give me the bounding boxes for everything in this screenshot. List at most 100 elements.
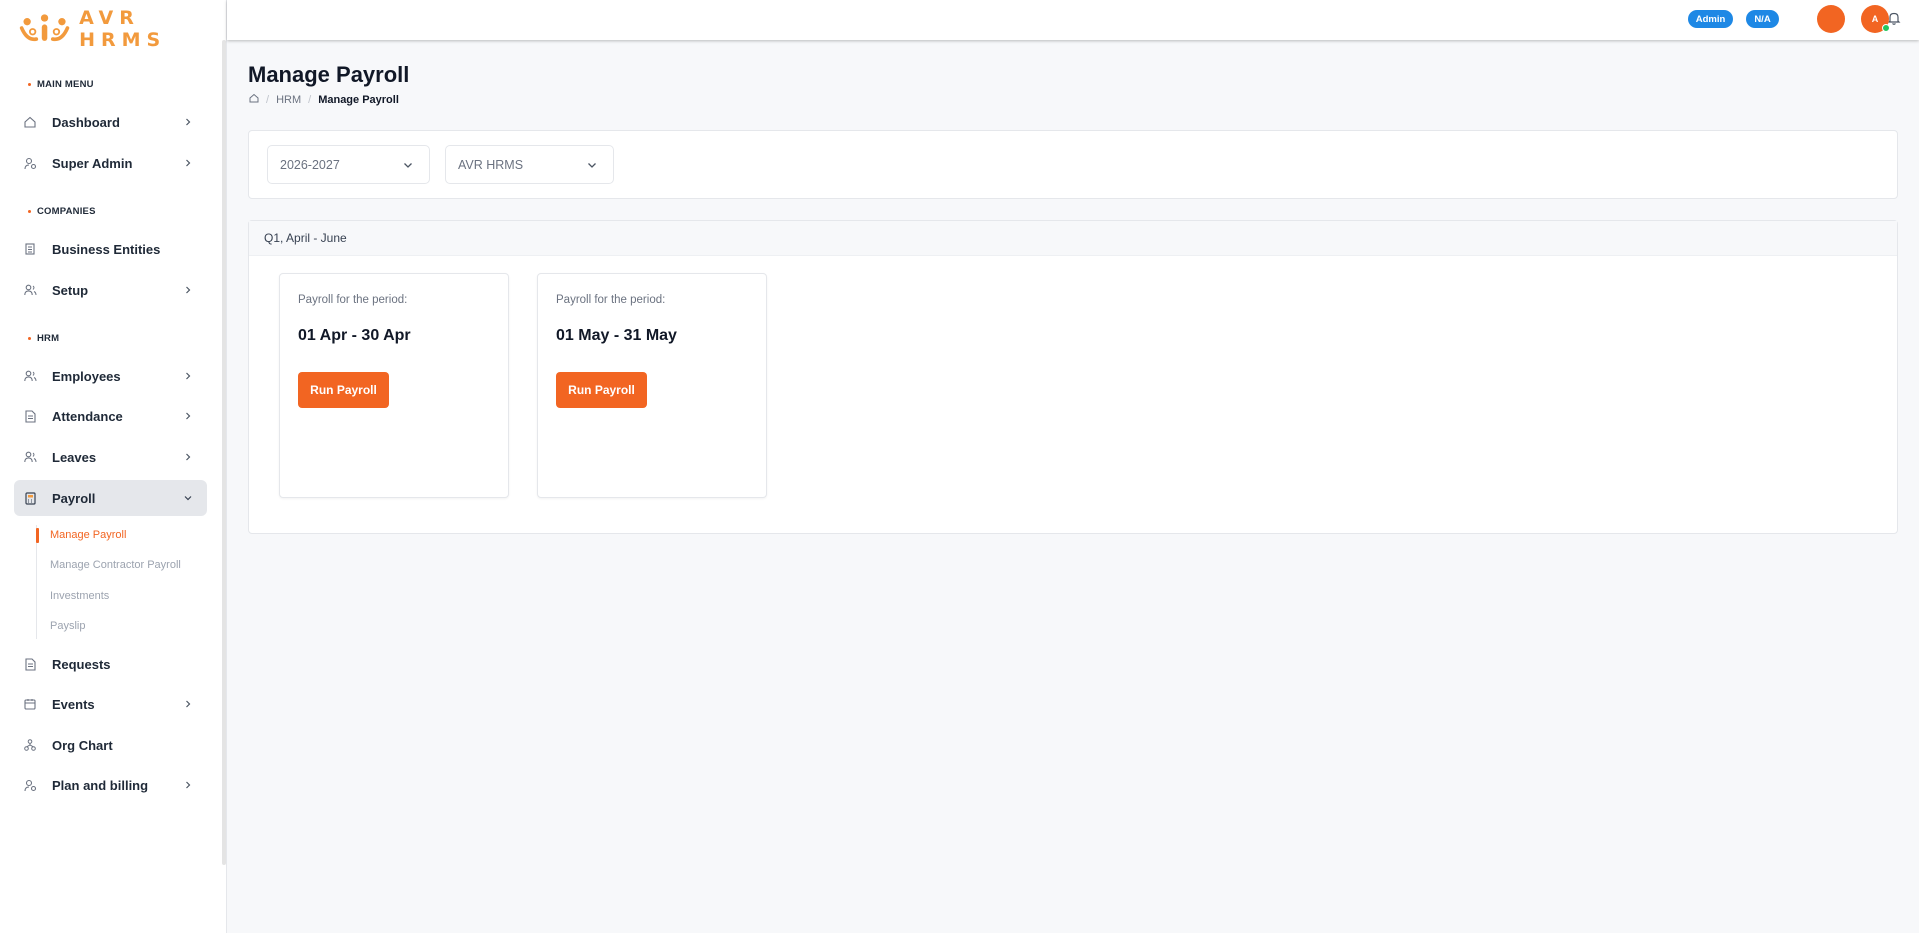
submenu-item-label: Manage Payroll: [50, 529, 127, 541]
sidebar-item-label: Plan and billing: [52, 777, 149, 793]
na-badge[interactable]: N/A: [1746, 10, 1779, 28]
sidebar-item-label: Requests: [52, 656, 111, 672]
user-avatar[interactable]: A: [1861, 5, 1890, 33]
chevron-down-icon: [401, 158, 415, 172]
submenu-item-label: Manage Contractor Payroll: [50, 559, 181, 571]
bullet-icon: [28, 210, 31, 213]
sidebar-item-label: Super Admin: [52, 155, 133, 171]
chevron-right-icon: [181, 450, 195, 464]
chevron-right-icon: [181, 156, 195, 170]
home-icon[interactable]: [249, 93, 259, 106]
org-chart-icon: [22, 737, 38, 753]
sidebar-item-payroll[interactable]: Payroll: [14, 480, 207, 516]
chevron-right-icon: [181, 369, 195, 383]
active-indicator: [36, 528, 39, 543]
user-gear-icon: [22, 777, 38, 793]
submenu-item-payslip[interactable]: Payslip: [50, 620, 85, 632]
quarter-header: Q1, April - June: [249, 221, 1897, 256]
payroll-period-card: Payroll for the period: 01 May - 31 May …: [537, 273, 767, 498]
avatar[interactable]: [1817, 5, 1845, 33]
payroll-period-card: Payroll for the period: 01 Apr - 30 Apr …: [279, 273, 509, 498]
breadcrumb-current: Manage Payroll: [318, 93, 399, 106]
brand-name: AVR HRMS: [79, 7, 167, 51]
sidebar: AVR HRMS MAIN MENU Dashboard Super Admin…: [0, 0, 227, 933]
sidebar-item-label: Leaves: [52, 449, 97, 465]
submenu-item-investments[interactable]: Investments: [50, 590, 109, 602]
users-icon: [22, 368, 38, 384]
bullet-icon: [28, 337, 31, 340]
chevron-right-icon: [181, 697, 195, 711]
filter-card: 2026-2027 AVR HRMS: [248, 130, 1898, 199]
quarter-label: Q1, April - June: [264, 231, 347, 245]
document-icon: [22, 408, 38, 424]
calendar-icon: [22, 696, 38, 712]
sidebar-item-events[interactable]: Events: [14, 686, 207, 722]
sidebar-item-label: Employees: [52, 368, 121, 384]
sidebar-item-label: Attendance: [52, 408, 123, 424]
online-status-icon: [1882, 24, 1890, 32]
sidebar-item-attendance[interactable]: Attendance: [14, 398, 207, 434]
sidebar-item-plan-billing[interactable]: Plan and billing: [14, 767, 207, 803]
bell-icon[interactable]: [1887, 10, 1901, 26]
run-payroll-button[interactable]: Run Payroll: [298, 372, 389, 408]
submenu-item-manage-contractor-payroll[interactable]: Manage Contractor Payroll: [50, 559, 181, 571]
run-payroll-button[interactable]: Run Payroll: [556, 372, 647, 408]
sidebar-item-label: Events: [52, 696, 95, 712]
page-title: Manage Payroll: [248, 62, 410, 87]
sidebar-item-label: Setup: [52, 282, 89, 298]
breadcrumb: / HRM / Manage Payroll: [249, 93, 399, 106]
sidebar-scrollbar[interactable]: [222, 40, 226, 865]
period-label: Payroll for the period:: [298, 294, 408, 306]
chevron-right-icon: [181, 778, 195, 792]
role-badge[interactable]: Admin: [1688, 10, 1733, 28]
payroll-submenu: Manage Payroll Manage Contractor Payroll…: [36, 525, 206, 639]
section-companies-label: COMPANIES: [37, 206, 96, 217]
section-hrm-label: HRM: [37, 333, 60, 344]
sidebar-item-requests[interactable]: Requests: [14, 646, 207, 682]
chevron-down-icon: [181, 491, 195, 505]
chevron-down-icon: [585, 158, 599, 172]
breadcrumb-separator: /: [266, 93, 270, 106]
chevron-right-icon: [181, 283, 195, 297]
brand-logo[interactable]: AVR HRMS: [18, 7, 226, 51]
sidebar-item-label: Org Chart: [52, 737, 113, 753]
sidebar-item-label: Payroll: [52, 490, 96, 506]
sidebar-item-leaves[interactable]: Leaves: [14, 439, 207, 475]
bullet-icon: [28, 83, 31, 86]
section-hrm: HRM: [28, 333, 59, 344]
document-icon: [22, 656, 38, 672]
logo-icon: [19, 14, 70, 42]
section-companies: COMPANIES: [28, 206, 96, 217]
period-range: 01 May - 31 May: [556, 327, 677, 344]
year-select-value: 2026-2027: [280, 157, 340, 172]
chevron-right-icon: [181, 115, 195, 129]
sidebar-item-org-chart[interactable]: Org Chart: [14, 727, 207, 763]
year-select[interactable]: 2026-2027: [267, 145, 430, 184]
period-range: 01 Apr - 30 Apr: [298, 327, 411, 344]
users-icon: [22, 449, 38, 465]
breadcrumb-separator: /: [308, 93, 312, 106]
sidebar-item-super-admin[interactable]: Super Admin: [14, 145, 207, 181]
company-select-value: AVR HRMS: [458, 157, 524, 172]
chevron-right-icon: [181, 409, 195, 423]
sidebar-item-dashboard[interactable]: Dashboard: [14, 104, 207, 140]
sidebar-item-label: Business Entities: [52, 241, 161, 257]
quarter-card: Q1, April - June Payroll for the period:…: [248, 220, 1898, 534]
topbar: Admin N/A A: [227, 0, 1919, 40]
submenu-item-label: Payslip: [50, 620, 86, 632]
sidebar-item-business-entities[interactable]: Business Entities: [14, 231, 207, 267]
home-icon: [22, 114, 38, 130]
section-main-menu-label: MAIN MENU: [37, 79, 94, 90]
sidebar-item-setup[interactable]: Setup: [14, 272, 207, 308]
user-gear-icon: [22, 155, 38, 171]
company-select[interactable]: AVR HRMS: [445, 145, 614, 184]
section-main-menu: MAIN MENU: [28, 79, 94, 90]
calculator-icon: [22, 490, 38, 506]
sidebar-item-employees[interactable]: Employees: [14, 358, 207, 394]
breadcrumb-hrm[interactable]: HRM: [276, 94, 301, 106]
avatar-initial: A: [1871, 14, 1879, 24]
users-icon: [22, 282, 38, 298]
submenu-item-label: Investments: [50, 590, 110, 602]
submenu-item-manage-payroll[interactable]: Manage Payroll: [50, 529, 126, 541]
period-label: Payroll for the period:: [556, 294, 666, 306]
